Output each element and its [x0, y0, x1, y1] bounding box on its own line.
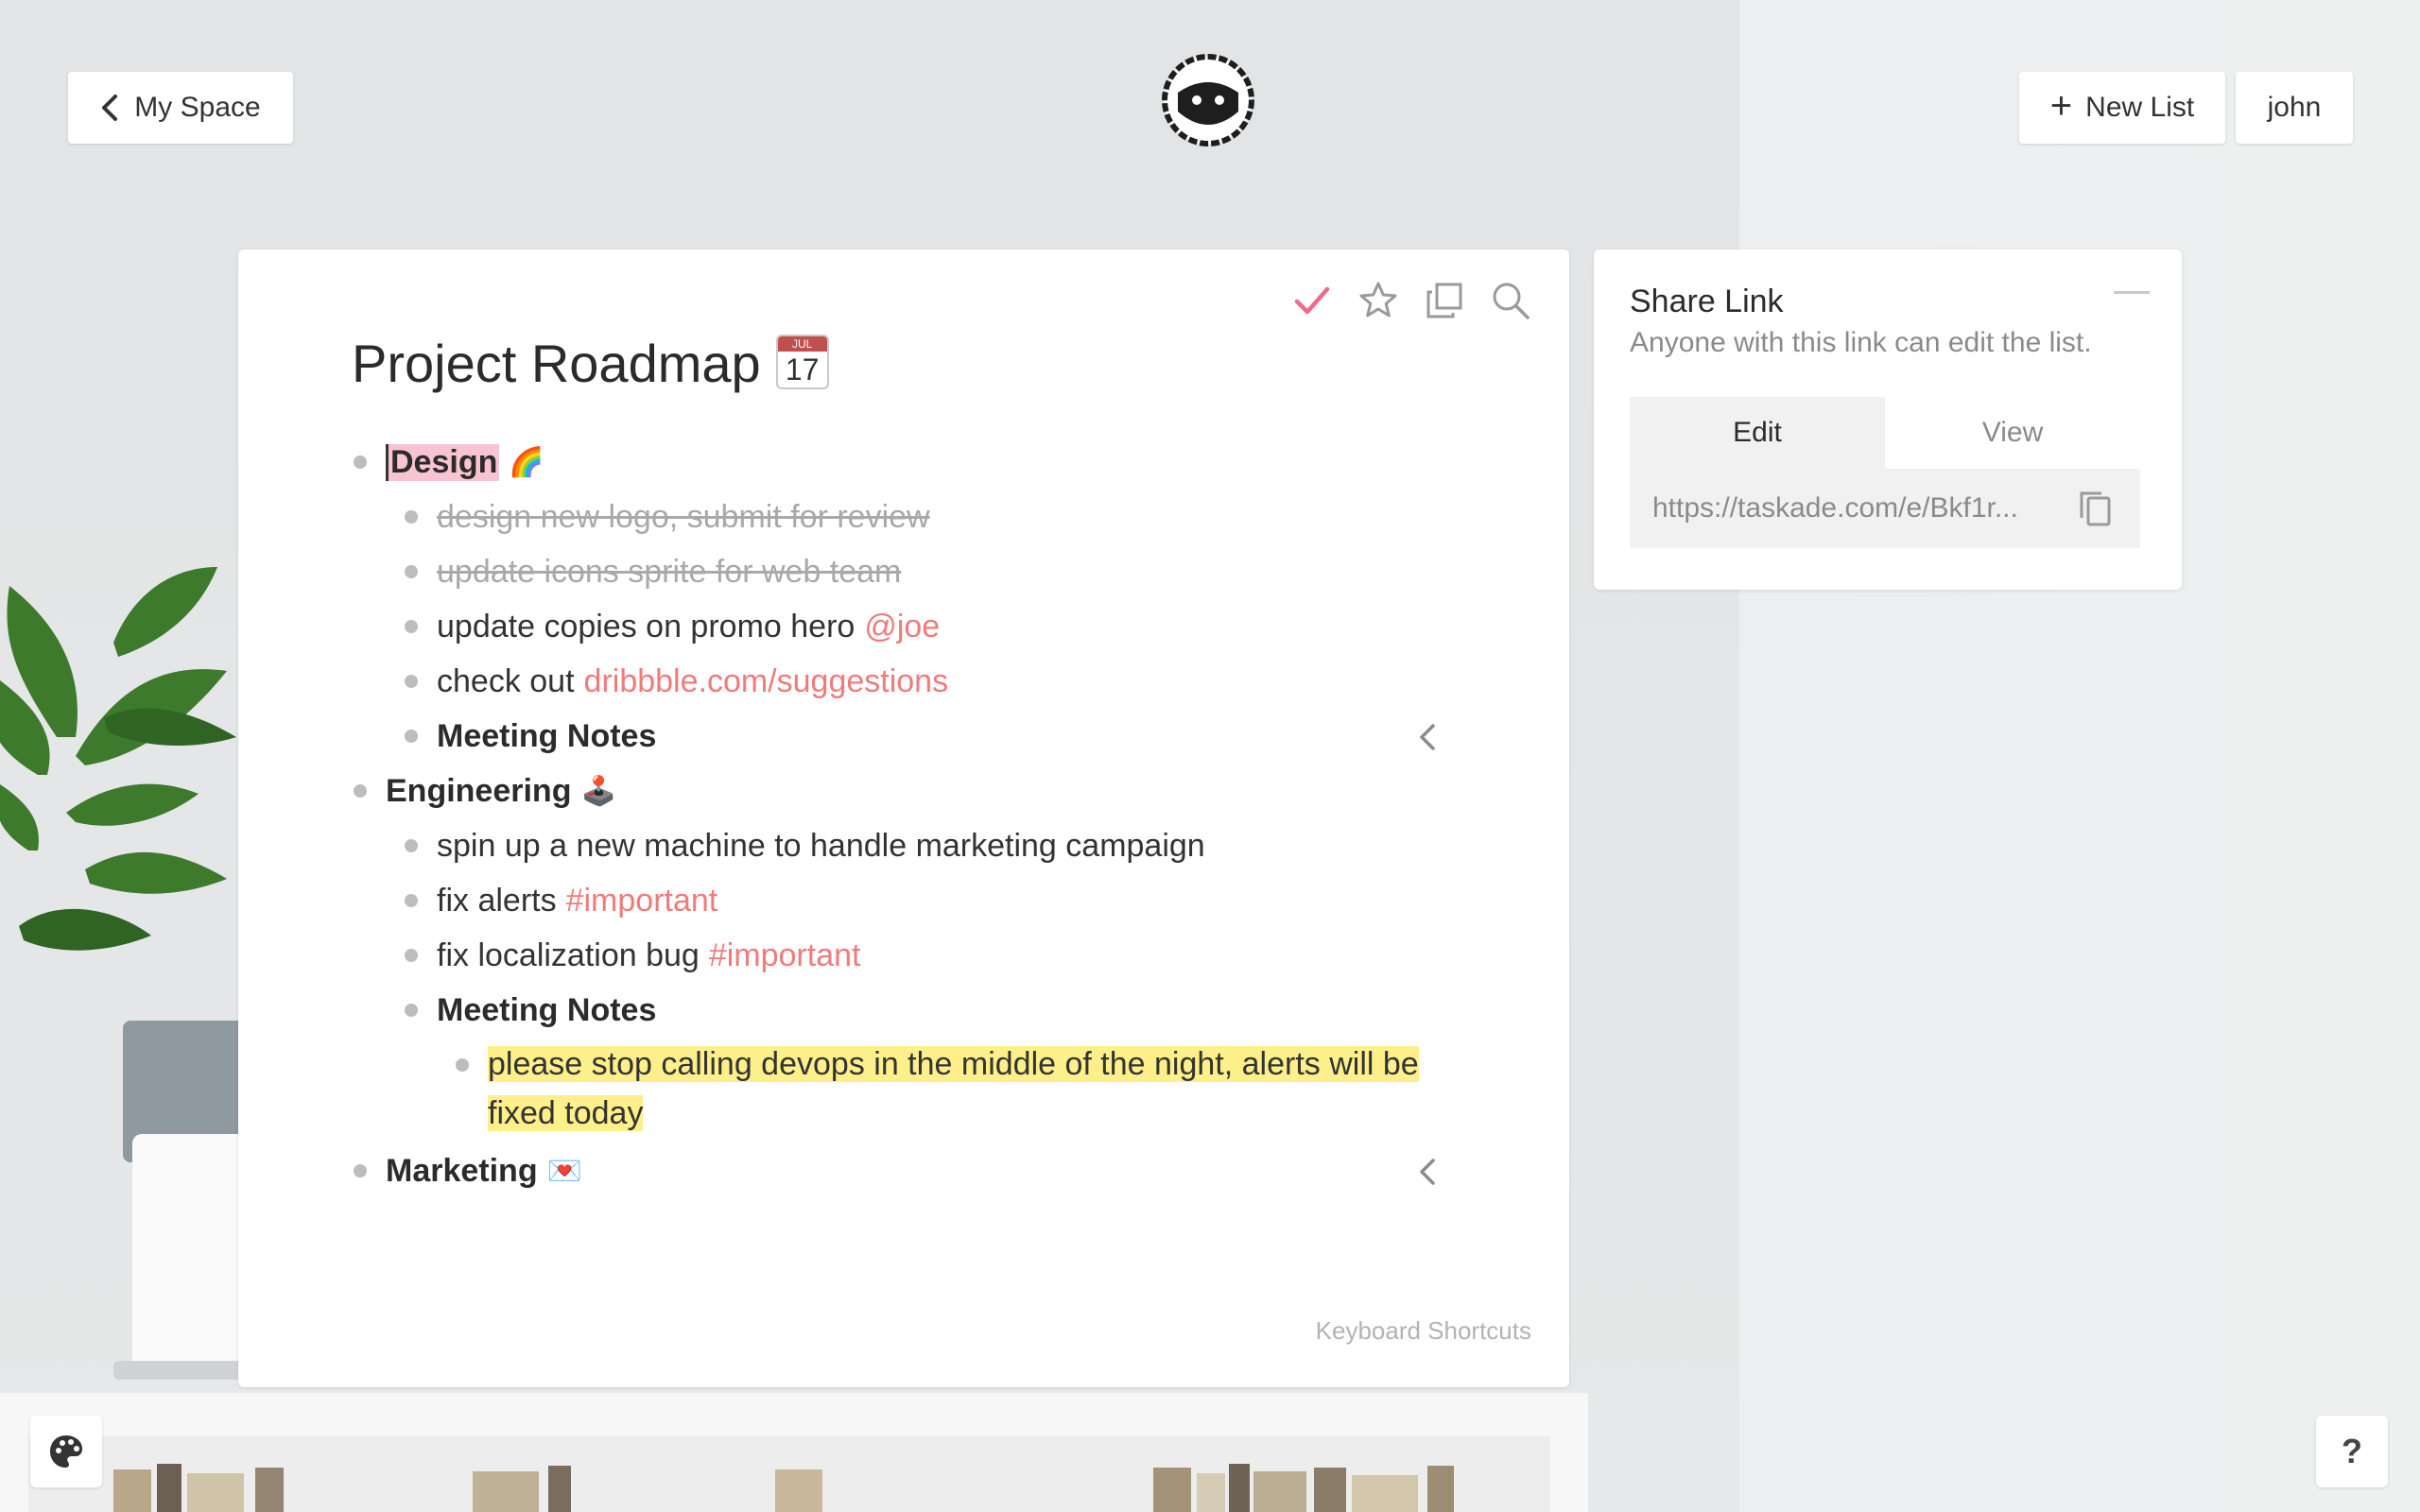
bullet-icon[interactable] [354, 1164, 367, 1177]
list-card: Project Roadmap JUL 17 Design 🌈 design n… [238, 249, 1569, 1387]
copy-icon[interactable] [2076, 490, 2114, 529]
list-item-text: update copies on promo hero [437, 608, 856, 644]
bullet-icon[interactable] [405, 894, 418, 907]
list-item-text: Meeting Notes [437, 991, 657, 1028]
search-icon[interactable] [1490, 280, 1531, 321]
plus-icon: + [2049, 85, 2073, 127]
background-books [113, 1464, 1454, 1512]
list-item-text: Design [386, 443, 500, 481]
help-button[interactable]: ? [2316, 1416, 2388, 1487]
love-letter-emoji-icon: 💌 [546, 1155, 582, 1187]
list-item-text: fix localization bug [437, 936, 700, 973]
user-menu-button[interactable]: john [2236, 72, 2353, 144]
calendar-day: 17 [785, 352, 820, 387]
collapse-chevron-icon[interactable] [1416, 1157, 1439, 1187]
bullet-icon[interactable] [354, 455, 367, 469]
list-toolbar [1291, 280, 1531, 321]
list-item-text: design new logo, submit for review [437, 498, 930, 535]
palette-icon [50, 1435, 82, 1468]
joystick-emoji-icon: 🕹️ [580, 775, 616, 807]
share-link-url: https://taskade.com/e/Bkf1r... [1652, 492, 2018, 524]
list-item[interactable]: update icons sprite for web team [352, 544, 1505, 599]
hashtag-link[interactable]: #important [709, 937, 861, 974]
tab-view[interactable]: View [1885, 397, 2140, 469]
taskade-logo-icon[interactable] [1161, 53, 1255, 147]
bullet-icon[interactable] [405, 620, 418, 633]
help-label: ? [2342, 1432, 2362, 1470]
bullet-icon[interactable] [405, 949, 418, 962]
bullet-icon[interactable] [405, 839, 418, 852]
list-item[interactable]: design new logo, submit for review [352, 490, 1505, 544]
check-icon[interactable] [1291, 280, 1333, 321]
list-item[interactable]: fix localization bug #important [352, 928, 1505, 983]
list-title[interactable]: Project Roadmap JUL 17 [352, 333, 829, 394]
list-item-text: Engineering [386, 772, 572, 809]
list-item-text: spin up a new machine to handle marketin… [437, 827, 1205, 864]
theme-button[interactable] [30, 1416, 102, 1487]
list-item-text: fix alerts [437, 882, 557, 919]
bullet-icon[interactable] [405, 510, 418, 524]
bullet-icon[interactable] [405, 675, 418, 688]
list-outline: Design 🌈 design new logo, submit for rev… [352, 435, 1505, 1198]
collapse-chevron-icon[interactable] [1416, 722, 1439, 752]
list-item-text: Marketing [386, 1152, 538, 1189]
star-icon[interactable] [1357, 280, 1399, 321]
my-space-button[interactable]: My Space [68, 72, 293, 144]
bullet-icon[interactable] [456, 1058, 469, 1072]
share-panel-subtitle: Anyone with this link can edit the list. [1630, 327, 2092, 358]
share-link-field[interactable]: https://taskade.com/e/Bkf1r... [1630, 469, 2140, 548]
list-item[interactable]: check out dribbble.com/suggestions [352, 654, 1505, 709]
hashtag-link[interactable]: #important [566, 883, 718, 919]
url-link[interactable]: dribbble.com/suggestions [584, 663, 949, 700]
list-item[interactable]: fix alerts #important [352, 873, 1505, 928]
list-item-text-wrap: please stop calling devops in the middle… [488, 1040, 1433, 1138]
user-name-label: john [2267, 92, 2322, 123]
bullet-icon[interactable] [354, 784, 367, 798]
list-item-text: update icons sprite for web team [437, 553, 902, 590]
list-item[interactable]: Meeting Notes [352, 983, 1505, 1038]
bullet-icon[interactable] [405, 565, 418, 578]
list-item[interactable]: please stop calling devops in the middle… [352, 1038, 1505, 1143]
list-item[interactable]: Meeting Notes [352, 709, 1505, 764]
list-title-text: Project Roadmap [352, 334, 761, 393]
list-item[interactable]: update copies on promo hero @joe [352, 599, 1505, 654]
new-list-label: New List [2085, 92, 2195, 123]
calendar-emoji-icon: JUL 17 [775, 334, 829, 389]
minimize-icon[interactable] [2114, 291, 2150, 294]
list-item[interactable]: Engineering 🕹️ [352, 764, 1505, 818]
bullet-icon[interactable] [405, 1004, 418, 1017]
list-item[interactable]: Marketing 💌 [352, 1143, 1505, 1198]
list-item[interactable]: spin up a new machine to handle marketin… [352, 818, 1505, 873]
calendar-month: JUL [777, 335, 827, 352]
list-item-text: please stop calling devops in the middle… [488, 1046, 1419, 1131]
list-item-text: check out [437, 662, 575, 699]
chevron-left-icon [102, 94, 118, 121]
share-tabs: Edit View [1630, 397, 2140, 469]
list-item[interactable]: Design 🌈 [352, 435, 1505, 490]
bullet-icon[interactable] [405, 730, 418, 743]
keyboard-shortcuts-link[interactable]: Keyboard Shortcuts [1316, 1316, 1531, 1346]
share-link-panel: Share Link Anyone with this link can edi… [1594, 249, 2182, 590]
duplicate-icon[interactable] [1424, 280, 1465, 321]
rainbow-emoji-icon: 🌈 [509, 446, 544, 478]
my-space-label: My Space [134, 92, 261, 123]
mention-link[interactable]: @joe [864, 609, 940, 645]
share-panel-title: Share Link [1630, 284, 1784, 319]
tab-edit[interactable]: Edit [1630, 397, 1885, 469]
list-item-text: Meeting Notes [437, 717, 657, 754]
new-list-button[interactable]: + New List [2019, 72, 2225, 144]
